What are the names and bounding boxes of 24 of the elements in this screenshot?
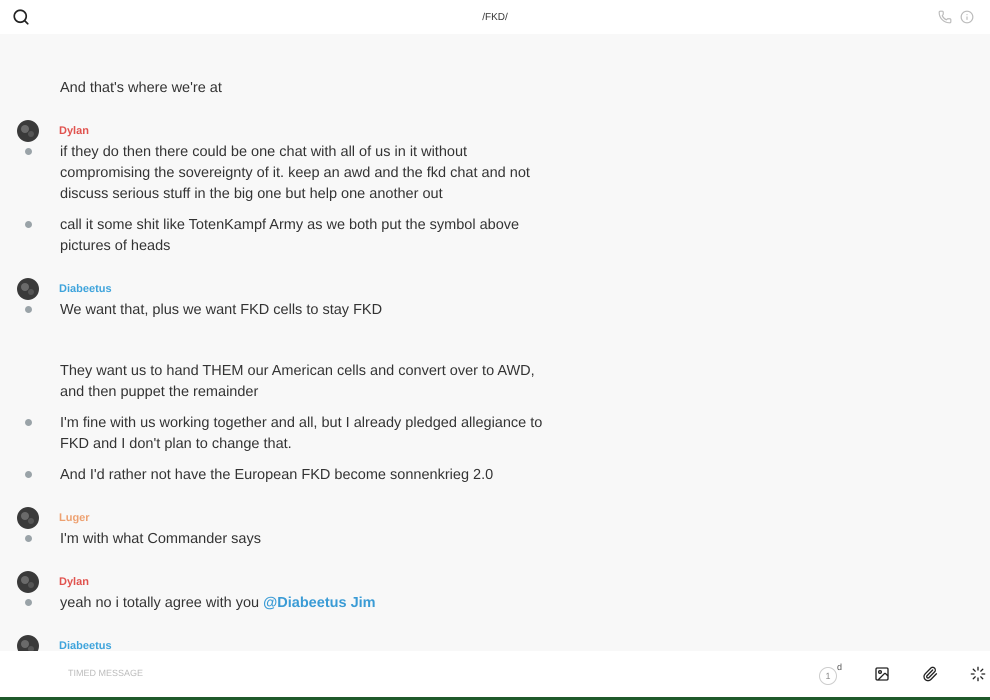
author-name: Dylan xyxy=(59,124,89,139)
message-text: I'm fine with us working together and all, but I already pledged allegiance to FKD and I don't plan to change that. xyxy=(60,414,544,454)
avatar xyxy=(17,507,39,529)
avatar xyxy=(17,571,39,593)
author-name: Diabeetus xyxy=(59,638,112,651)
avatar xyxy=(17,120,39,142)
author-name: Dylan xyxy=(59,574,89,590)
message-text: I'm with what Commander says xyxy=(60,530,262,549)
message-text: They want us to hand THEM our American cells and convert over to AWD, and then puppet the remainder xyxy=(60,362,536,402)
spinner-icon[interactable] xyxy=(970,666,986,682)
author-name: Luger xyxy=(59,510,90,526)
search-icon[interactable] xyxy=(12,8,30,26)
message-text: We want that, plus we want FKD cells to stay FKD xyxy=(60,301,384,320)
message-field[interactable]: TIMED MESSAGE xyxy=(68,667,819,681)
author-name: Diabeetus xyxy=(59,282,112,297)
message-text: And that's where we're at xyxy=(60,79,223,98)
avatar xyxy=(17,278,39,300)
message-text: call it some shit like TotenKampf Army as we both put the symbol above pictures of heads xyxy=(60,216,520,256)
message-text: And I'd rather not have the European FKD become sonnenkrieg 2.0 xyxy=(60,466,494,485)
message-text: yeah no i totally agree with you @Diabeetus Jim xyxy=(60,594,377,613)
paperclip-icon[interactable] xyxy=(922,666,938,682)
chat-title: /FKD/ xyxy=(482,10,508,24)
message-text: if they do then there could be one chat with all of us in it without compromising the sovereignty of it. keep an awd and the fkd chat and not discuss serious stuff in the big one but help one another out xyxy=(60,143,531,204)
image-icon[interactable] xyxy=(874,666,890,682)
